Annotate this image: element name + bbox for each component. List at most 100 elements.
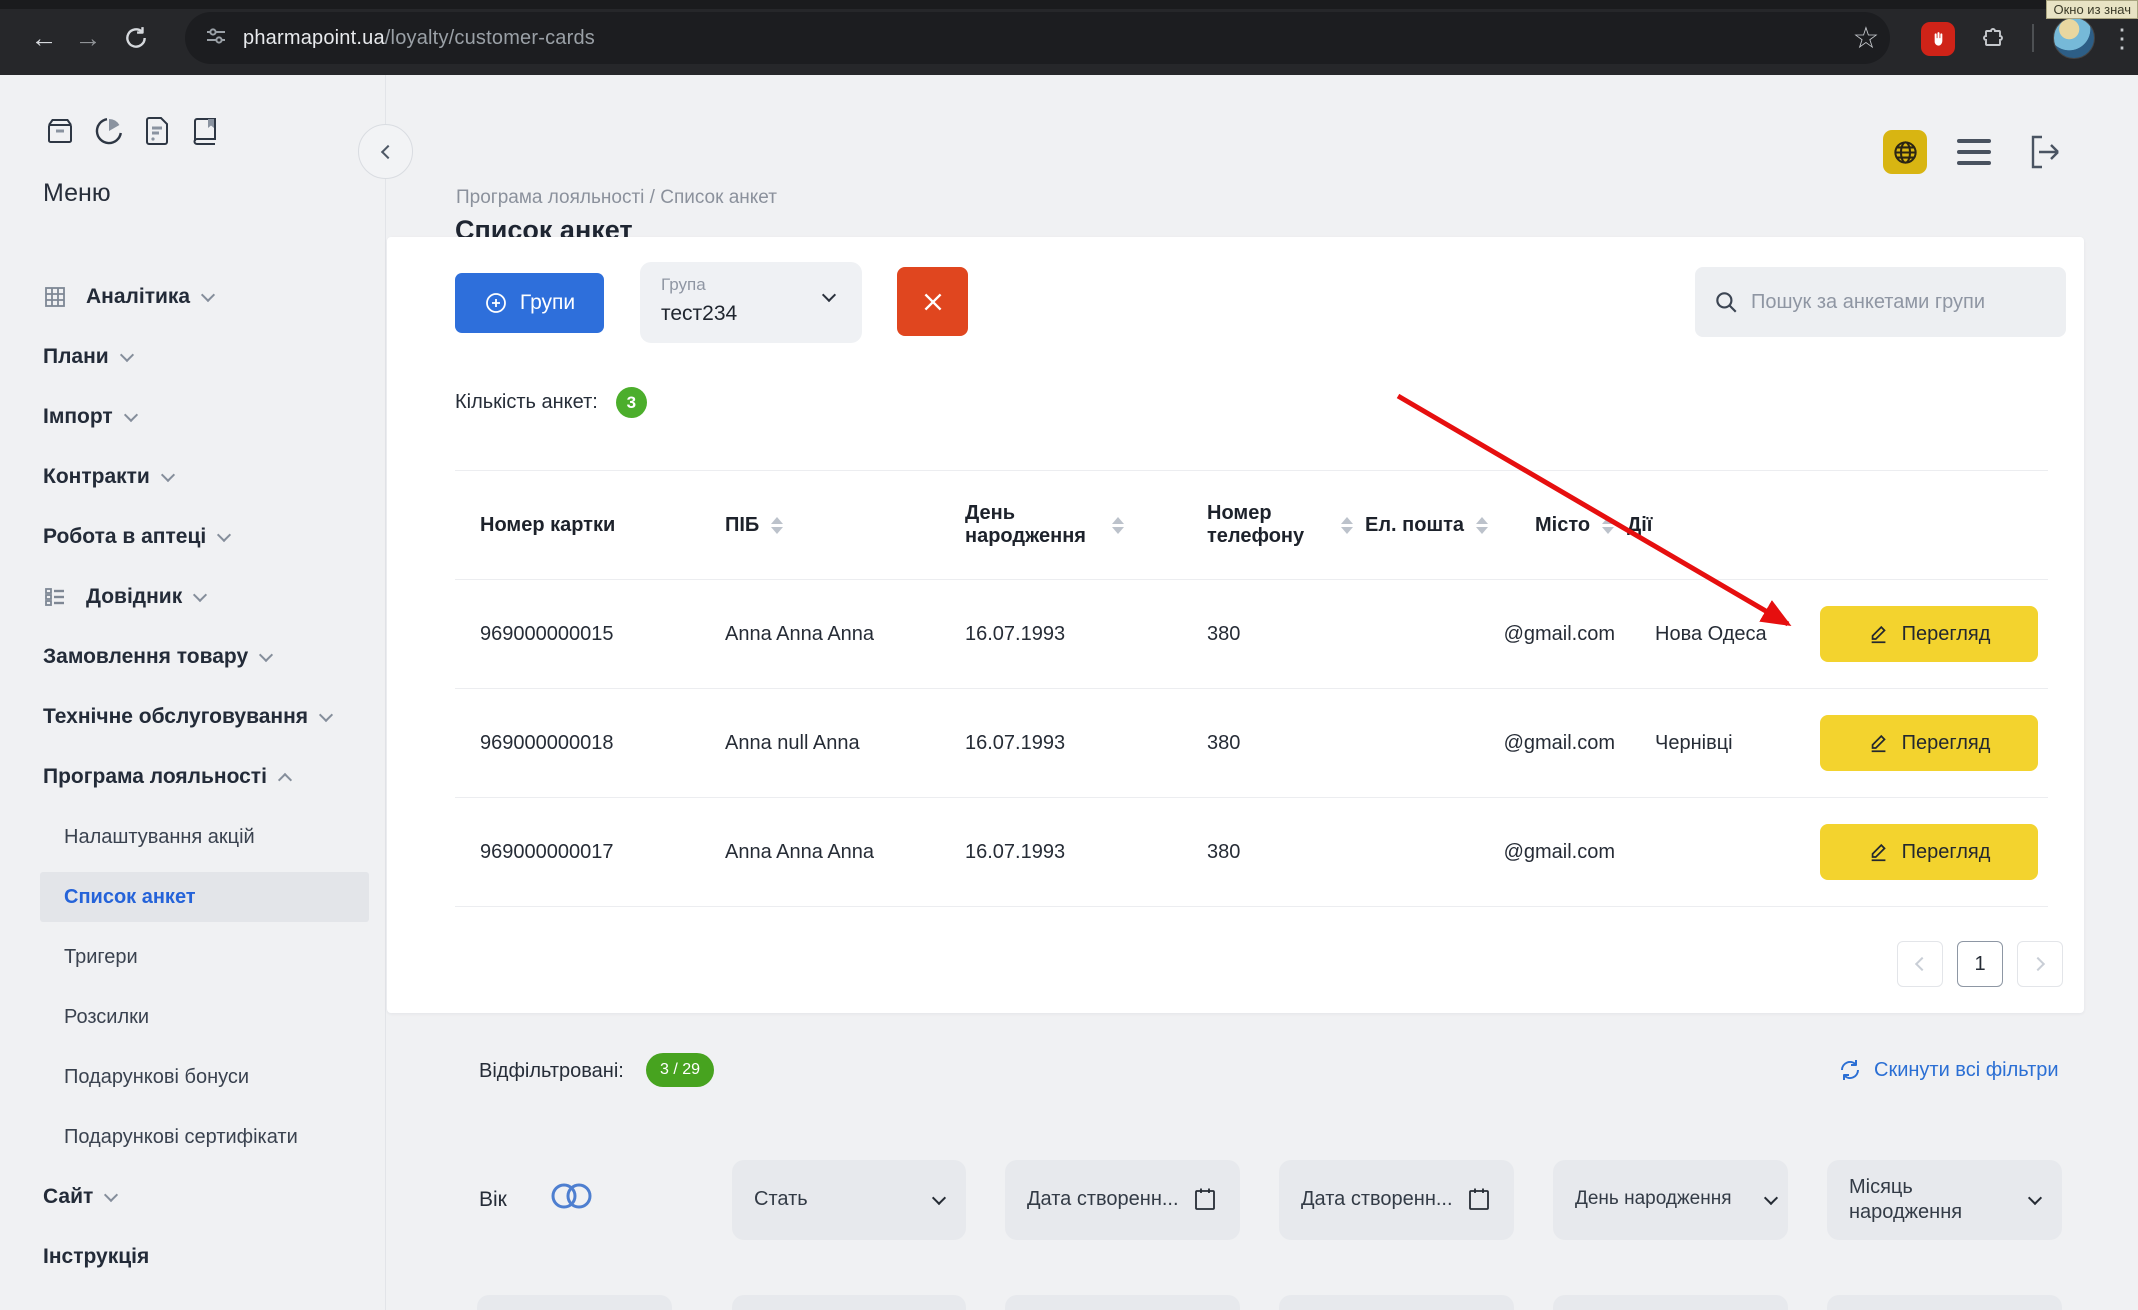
chevron-down-icon <box>2028 1191 2042 1205</box>
chevron-down-icon <box>120 347 134 361</box>
column-header-birthday[interactable]: День народження <box>945 502 1187 548</box>
sort-icon[interactable] <box>771 517 783 534</box>
profile-avatar[interactable] <box>2053 17 2095 59</box>
view-button[interactable]: Перегляд <box>1820 824 2038 880</box>
filter-birthday-select[interactable]: День народження <box>1553 1160 1788 1240</box>
clear-group-button[interactable] <box>897 267 968 336</box>
column-header-actions: Дії <box>1607 514 2048 537</box>
grid-icon <box>43 285 67 309</box>
pagination-page-1[interactable]: 1 <box>1957 941 2003 987</box>
sidebar-item-site[interactable]: Сайт <box>0 1167 385 1227</box>
chevron-down-icon <box>1764 1191 1778 1205</box>
filter-box-partial[interactable] <box>732 1295 966 1310</box>
bookmark-star-icon[interactable]: ☆ <box>1846 14 1886 62</box>
chevron-left-icon <box>381 144 395 158</box>
search-input[interactable] <box>1751 267 2051 337</box>
logout-icon[interactable] <box>2020 130 2064 174</box>
column-header-name[interactable]: ПІБ <box>705 514 945 537</box>
filter-gender-select[interactable]: Стать <box>732 1160 966 1240</box>
browser-menu-icon[interactable]: ⋮ <box>2112 14 2132 62</box>
sidebar-collapse-button[interactable] <box>358 124 413 179</box>
view-button[interactable]: Перегляд <box>1820 715 2038 771</box>
sidebar-item-instruction[interactable]: Інструкція <box>0 1227 385 1287</box>
cell-card-number: 969000000017 <box>455 841 705 864</box>
archive-box-icon[interactable] <box>44 115 76 152</box>
sidebar-item-orders[interactable]: Замовлення товару <box>0 627 385 687</box>
tab-strip <box>0 0 2138 9</box>
filter-created-date-from[interactable]: Дата створенн... <box>1005 1160 1240 1240</box>
browser-reload-icon[interactable] <box>112 14 160 62</box>
menu-title: Меню <box>43 179 111 208</box>
language-globe-button[interactable] <box>1883 130 1927 174</box>
count-row: Кількість анкет: 3 <box>455 387 647 418</box>
document-icon[interactable] <box>142 115 172 152</box>
search-box <box>1695 267 2066 337</box>
filter-box-partial[interactable] <box>1553 1295 1788 1310</box>
age-filter-label: Вік <box>479 1188 507 1212</box>
sidebar-item-contracts[interactable]: Контракти <box>0 447 385 507</box>
chevron-down-icon <box>822 288 836 302</box>
pie-chart-icon[interactable] <box>93 115 125 152</box>
sidebar-item-gift-bonuses[interactable]: Подарункові бонуси <box>0 1047 385 1107</box>
reset-filters-link[interactable]: Скинути всі фільтри <box>1838 1058 2059 1082</box>
refresh-icon <box>1838 1058 1862 1082</box>
sidebar-item-plans[interactable]: Плани <box>0 327 385 387</box>
age-range-slider[interactable] <box>546 1178 598 1219</box>
sidebar-menu: Аналітика Плани Імпорт Контракти Робота … <box>0 267 385 1287</box>
sidebar-item-triggers[interactable]: Тригери <box>0 927 385 987</box>
filter-box-partial[interactable] <box>477 1295 672 1310</box>
chevron-down-icon <box>201 287 215 301</box>
chevron-down-icon <box>217 527 231 541</box>
sidebar-item-maintenance[interactable]: Технічне обслуговування <box>0 687 385 747</box>
pagination-prev-button[interactable] <box>1897 941 1943 987</box>
chevron-down-icon <box>104 1187 118 1201</box>
filter-created-date-to[interactable]: Дата створенн... <box>1279 1160 1514 1240</box>
groups-button[interactable]: Групи <box>455 273 604 333</box>
group-select[interactable]: Група тест234 <box>640 262 862 343</box>
view-button[interactable]: Перегляд <box>1820 606 2038 662</box>
filter-birth-month-select[interactable]: Місяць народження <box>1827 1160 2062 1240</box>
adblock-extension-icon[interactable] <box>1921 22 1955 56</box>
calendar-icon <box>1468 1187 1490 1216</box>
url-path: /loyalty/customer-cards <box>385 27 595 49</box>
screen: ← → pharmapoint.ua/loyalty/customer-card… <box>0 0 2138 1310</box>
cell-phone: 380 <box>1187 732 1375 755</box>
sidebar-item-directory[interactable]: Довідник <box>0 567 385 627</box>
table-row: 969000000017 Anna Anna Anna 16.07.1993 3… <box>455 798 2048 907</box>
extensions-icon[interactable] <box>1977 22 2011 56</box>
filter-box-partial[interactable] <box>1279 1295 1514 1310</box>
sidebar-item-pharmacy-work[interactable]: Робота в аптеці <box>0 507 385 567</box>
hamburger-menu-icon[interactable] <box>1952 130 1996 174</box>
sort-icon[interactable] <box>1476 517 1488 534</box>
cell-city: Нова Одеса <box>1635 622 1800 647</box>
filter-box-partial[interactable] <box>1827 1295 2062 1310</box>
sidebar-item-analytics[interactable]: Аналітика <box>0 267 385 327</box>
calendar-icon <box>1194 1187 1216 1216</box>
sidebar-item-mailings[interactable]: Розсилки <box>0 987 385 1047</box>
cell-name: Anna Anna Anna <box>705 841 945 864</box>
chevron-down-icon <box>161 467 175 481</box>
sidebar-item-gift-certificates[interactable]: Подарункові сертифікати <box>0 1107 385 1167</box>
sidebar-item-import[interactable]: Імпорт <box>0 387 385 447</box>
cell-email: @gmail.com <box>1375 623 1635 646</box>
site-settings-icon[interactable] <box>205 25 227 52</box>
browser-forward-icon[interactable]: → <box>64 14 112 62</box>
cell-actions: Перегляд <box>1800 606 2048 662</box>
browser-back-icon[interactable]: ← <box>20 14 68 62</box>
url-host: pharmapoint.ua <box>243 27 385 49</box>
cards-table: Номер картки ПІБ День народження Номер т… <box>455 470 2048 907</box>
address-bar[interactable]: pharmapoint.ua/loyalty/customer-cards <box>185 12 1890 64</box>
sidebar-item-promo-settings[interactable]: Налаштування акцій <box>0 807 385 867</box>
pagination-next-button[interactable] <box>2017 941 2063 987</box>
system-tooltip: Окно из знач <box>2046 0 2138 19</box>
book-icon[interactable] <box>189 115 221 152</box>
sort-icon[interactable] <box>1112 517 1124 534</box>
sidebar-item-card-list[interactable]: Список анкет <box>0 867 385 927</box>
filter-box-partial[interactable] <box>1005 1295 1240 1310</box>
cell-phone: 380 <box>1187 841 1375 864</box>
filtered-count-badge: 3 / 29 <box>646 1053 714 1087</box>
sidebar-item-loyalty[interactable]: Програма лояльності <box>0 747 385 807</box>
app: Меню Аналітика Плани Імпорт Контракти Ро… <box>0 75 2138 1310</box>
chevron-down-icon <box>259 647 273 661</box>
count-badge: 3 <box>616 387 647 418</box>
